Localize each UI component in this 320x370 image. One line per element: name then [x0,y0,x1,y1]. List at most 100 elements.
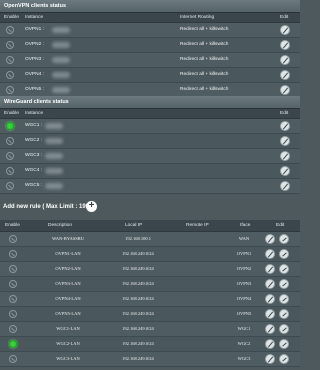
instance-name: OVPN2 : [25,42,44,47]
rules-rows: WAN-BYASSRU 192.168.100.1 WAN OVPN1-LAN … [0,232,300,367]
redacted-name [45,183,63,189]
edit-icon[interactable] [265,234,275,244]
edit-icon[interactable] [280,151,290,161]
enable-toggle[interactable] [9,340,17,348]
enable-toggle[interactable] [6,26,14,34]
edit-icon[interactable] [265,339,275,349]
add-rule-plus-icon[interactable]: + [86,201,97,212]
instance-name: OVPN5 : [25,87,44,92]
enable-toggle[interactable] [9,325,17,333]
delete-icon[interactable] [279,339,289,349]
edit-icon[interactable] [265,324,275,334]
enable-toggle[interactable] [9,250,17,258]
enable-toggle[interactable] [6,182,14,190]
header-instance: Instance [25,15,44,20]
rule-local-ip: 192.168.249.0/24 [122,296,154,301]
redacted-name [52,42,70,48]
rule-description: OVPN5-LAN [55,311,81,316]
redacted-name [45,153,63,159]
edit-icon[interactable] [265,279,275,289]
rule-iface: WGC3 [237,356,251,361]
delete-icon[interactable] [279,354,289,364]
edit-icon[interactable] [265,249,275,259]
header-remote-ip: Remote IP [186,223,209,228]
enable-toggle[interactable] [6,71,14,79]
redacted-name [52,87,70,93]
rule-description: WAN-BYASSRU [51,236,84,241]
rule-local-ip: 192.168.100.1 [125,236,151,241]
rule-description: WGC3-LAN [56,356,80,361]
redacted-name [45,138,63,144]
enable-toggle[interactable] [9,310,17,318]
rule-local-ip: 192.168.249.0/24 [122,326,154,331]
rule-iface: OVPN3 [236,281,252,286]
header-enable: Enable [4,15,19,20]
rule-iface: OVPN1 [236,251,252,256]
wireguard-table-header: Enable Instance Edit [0,109,300,119]
rule-row: OVPN1-LAN 192.168.249.0/24 OVPN1 [0,247,300,262]
openvpn-clients-panel: OpenVPN clients status Enable Instance I… [0,0,300,98]
enable-toggle[interactable] [6,56,14,64]
openvpn-row: OVPN1 : Redirect all + killswitch [0,23,300,38]
wireguard-row: WGC5 : [0,179,300,194]
header-edit: Edit [276,223,285,228]
enable-toggle[interactable] [9,280,17,288]
delete-icon[interactable] [279,279,289,289]
enable-toggle[interactable] [6,152,14,160]
enable-toggle[interactable] [6,122,14,130]
wireguard-row: WGC4 : [0,164,300,179]
rule-local-ip: 192.168.249.0/24 [122,341,154,346]
edit-icon[interactable] [265,264,275,274]
edit-icon[interactable] [280,40,290,50]
edit-icon[interactable] [265,294,275,304]
enable-toggle[interactable] [9,235,17,243]
rule-row: WGC1-LAN 192.168.249.0/24 WGC1 [0,322,300,337]
edit-icon[interactable] [280,85,290,95]
redacted-name [52,27,70,33]
edit-icon[interactable] [280,181,290,191]
openvpn-table-header: Enable Instance Internet Routing Edit [0,13,300,23]
header-iface: Iface [240,223,251,228]
delete-icon[interactable] [279,294,289,304]
enable-toggle[interactable] [6,167,14,175]
header-internet-routing: Internet Routing [180,15,215,20]
edit-icon[interactable] [265,309,275,319]
enable-toggle[interactable] [9,265,17,273]
delete-icon[interactable] [279,324,289,334]
delete-icon[interactable] [279,264,289,274]
wireguard-section-title: WireGuard clients status [0,96,300,109]
delete-icon[interactable] [279,234,289,244]
enable-toggle[interactable] [6,137,14,145]
instance-name: OVPN4 : [25,72,44,77]
enable-toggle[interactable] [9,355,17,363]
enable-toggle[interactable] [9,295,17,303]
edit-icon[interactable] [280,121,290,131]
delete-icon[interactable] [279,309,289,319]
edit-icon[interactable] [265,354,275,364]
rule-local-ip: 192.168.249.0/24 [122,356,154,361]
rule-local-ip: 192.168.249.0/24 [122,251,154,256]
delete-icon[interactable] [279,249,289,259]
edit-icon[interactable] [280,25,290,35]
header-enable: Enable [4,111,19,116]
header-description: Description [48,223,72,228]
redacted-name [45,123,63,129]
routing-value: Redirect all + killswitch [180,27,229,32]
rule-description: OVPN1-LAN [55,251,81,256]
instance-name: WGC1 : [25,123,43,128]
wireguard-row: WGC3 : [0,149,300,164]
rules-table: Enable Description Local IP Remote IP If… [0,220,300,367]
rule-row: OVPN3-LAN 192.168.249.0/24 OVPN3 [0,277,300,292]
enable-toggle[interactable] [6,86,14,94]
rule-row: WGC3-LAN 192.168.249.0/24 WGC3 [0,352,300,367]
edit-icon[interactable] [280,136,290,146]
rule-row: WGC2-LAN 192.168.249.0/24 WGC2 [0,337,300,352]
enable-toggle[interactable] [6,41,14,49]
edit-icon[interactable] [280,166,290,176]
wireguard-row: WGC2 : [0,134,300,149]
header-edit: Edit [280,111,289,116]
rule-local-ip: 192.168.249.0/24 [122,281,154,286]
edit-icon[interactable] [280,55,290,65]
header-instance: Instance [25,111,44,116]
edit-icon[interactable] [280,70,290,80]
